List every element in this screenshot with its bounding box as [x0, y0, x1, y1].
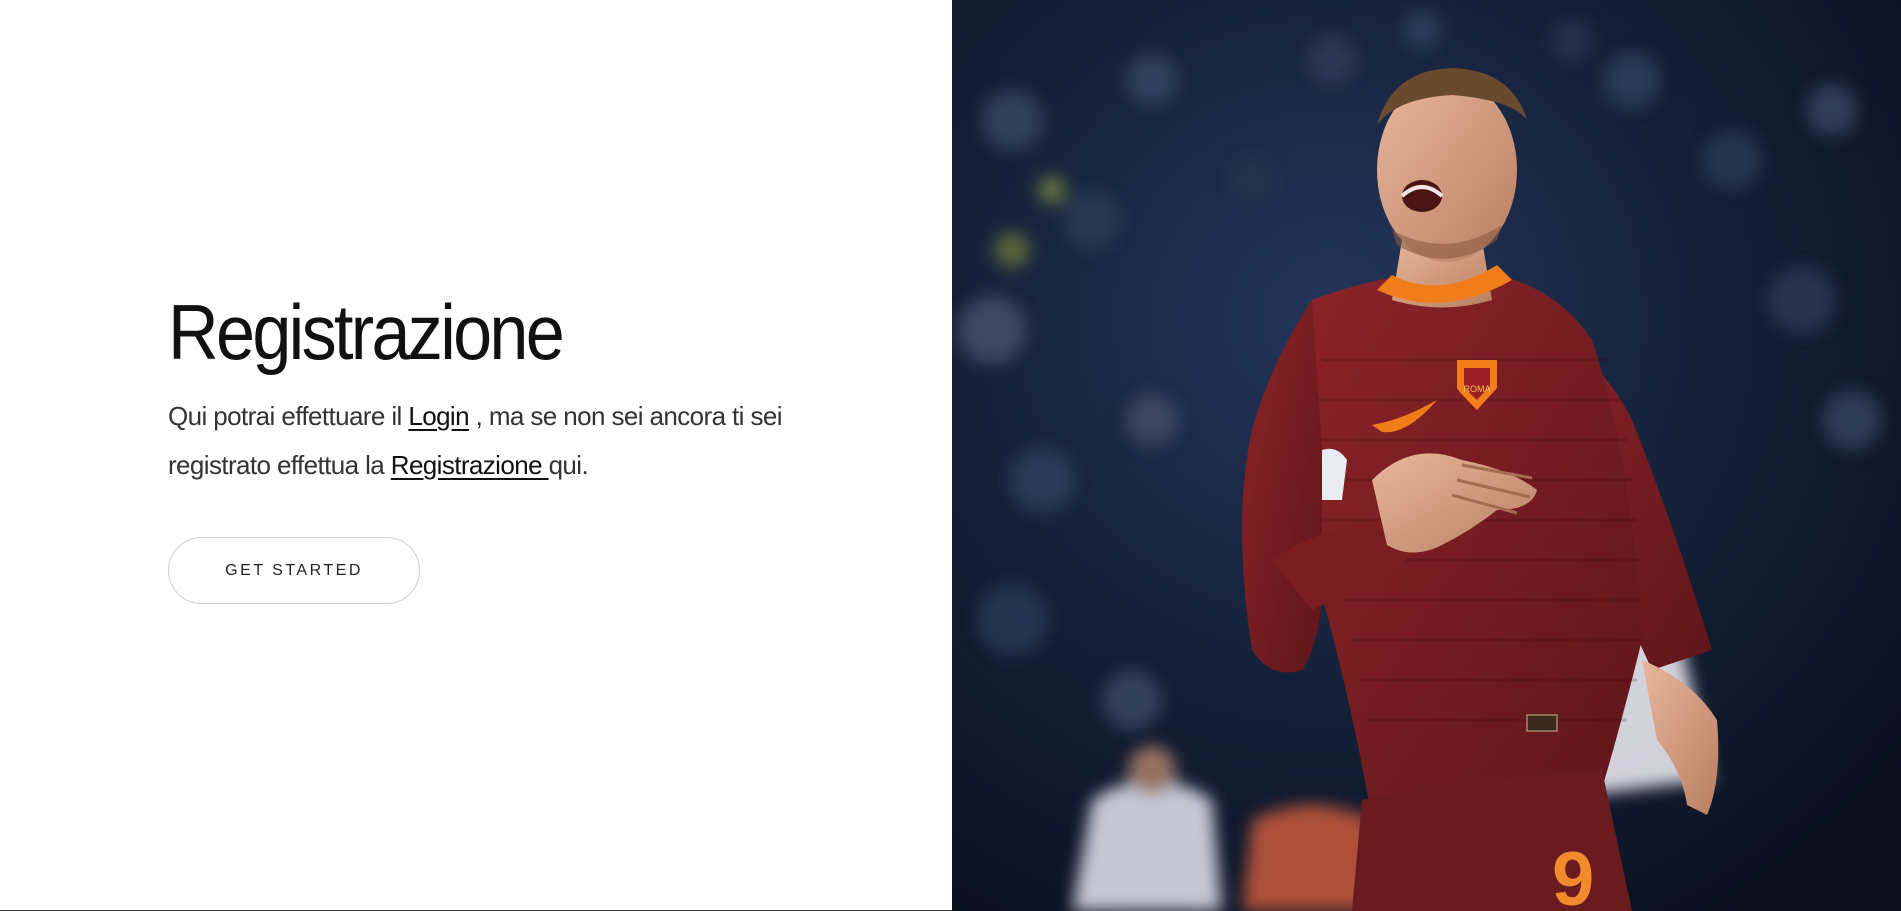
player-photo: 9 ROMA — [952, 0, 1901, 911]
page: Registrazione Qui potrai effettuare il L… — [0, 0, 1901, 911]
jersey-tag — [1526, 714, 1558, 732]
page-title: Registrazione — [168, 288, 565, 376]
hero-photo: 9 ROMA — [952, 0, 1901, 911]
get-started-button[interactable]: GET STARTED — [168, 537, 420, 604]
login-link[interactable]: Login — [408, 401, 469, 431]
hero-content: Registrazione Qui potrai effettuare il L… — [168, 282, 808, 604]
jersey-number: 9 — [1552, 837, 1594, 911]
desc-text-1: Qui potrai effettuare il — [168, 401, 409, 431]
desc-text-3: qui. — [548, 450, 589, 480]
register-link[interactable]: Registrazione — [391, 450, 549, 480]
badge-text: ROMA — [1464, 384, 1491, 394]
left-panel: Registrazione Qui potrai effettuare il L… — [0, 0, 952, 911]
hero-description: Qui potrai effettuare il Login , ma se n… — [168, 392, 808, 490]
